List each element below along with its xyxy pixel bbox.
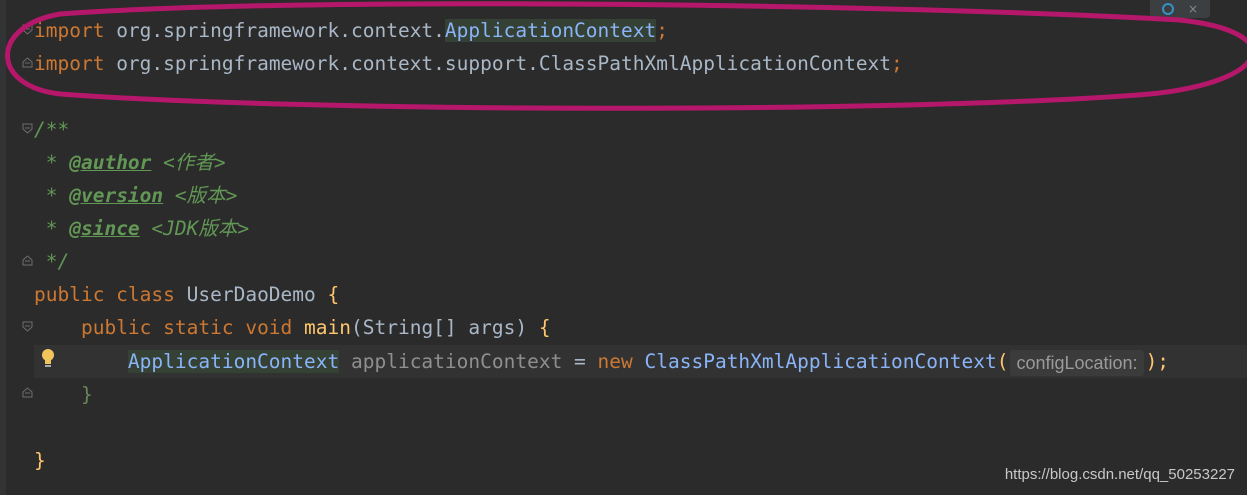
code-editor[interactable]: import org.springframework.context.Appli…: [0, 0, 1247, 495]
annotation-ellipse: [5, 1, 1247, 111]
watermark: https://blog.csdn.net/qq_50253227: [1004, 466, 1235, 483]
